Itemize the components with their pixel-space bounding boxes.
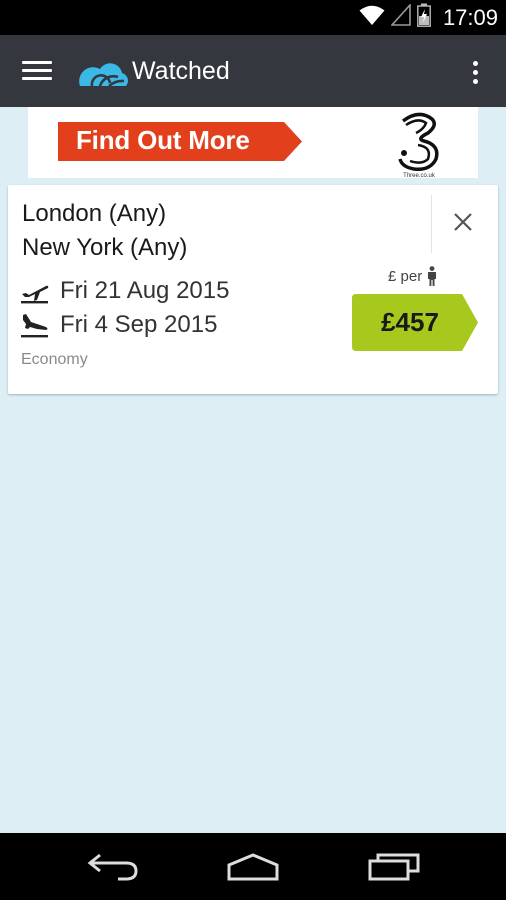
price-per-person-label: £ per bbox=[388, 265, 438, 287]
ad-cta-label: Find Out More bbox=[76, 125, 250, 155]
outbound-date: Fri 21 Aug 2015 bbox=[60, 277, 230, 304]
system-nav-bar bbox=[0, 833, 506, 900]
outbound-flight-row: Fri 21 Aug 2015 bbox=[20, 276, 229, 306]
return-date: Fri 4 Sep 2015 bbox=[60, 311, 218, 338]
route-destination: New York (Any) bbox=[22, 234, 188, 261]
takeoff-icon bbox=[21, 285, 49, 304]
divider bbox=[431, 195, 432, 253]
three-logo-icon bbox=[394, 111, 444, 173]
cabin-class: Economy bbox=[21, 351, 88, 368]
route-origin: London (Any) bbox=[22, 200, 167, 227]
home-icon[interactable] bbox=[223, 851, 283, 883]
skyscanner-logo-icon bbox=[78, 55, 128, 88]
ad-brand-caption: Three.co.uk bbox=[403, 173, 435, 179]
wifi-icon bbox=[359, 4, 385, 31]
landing-icon bbox=[21, 314, 48, 338]
status-icons: 17:09 bbox=[359, 0, 498, 35]
overflow-menu-icon[interactable] bbox=[472, 59, 480, 85]
watched-flight-card[interactable]: London (Any) New York (Any) Fri 21 Aug 2… bbox=[8, 185, 498, 394]
per-label: £ per bbox=[388, 267, 423, 285]
close-icon[interactable] bbox=[448, 207, 478, 237]
return-flight-row: Fri 4 Sep 2015 bbox=[20, 310, 217, 340]
price: £457 bbox=[381, 307, 439, 337]
app-bar: Watched bbox=[0, 35, 506, 107]
recents-icon[interactable] bbox=[364, 851, 424, 883]
back-icon[interactable] bbox=[82, 851, 142, 883]
status-time: 17:09 bbox=[442, 4, 498, 30]
signal-icon bbox=[390, 2, 411, 31]
person-icon bbox=[428, 266, 437, 286]
page-title: Watched bbox=[132, 57, 230, 85]
status-bar: 17:09 bbox=[0, 0, 506, 35]
ad-banner[interactable]: Find Out More Three.co.uk bbox=[28, 107, 478, 179]
menu-icon[interactable] bbox=[22, 59, 54, 83]
battery-charging-icon bbox=[417, 3, 431, 32]
